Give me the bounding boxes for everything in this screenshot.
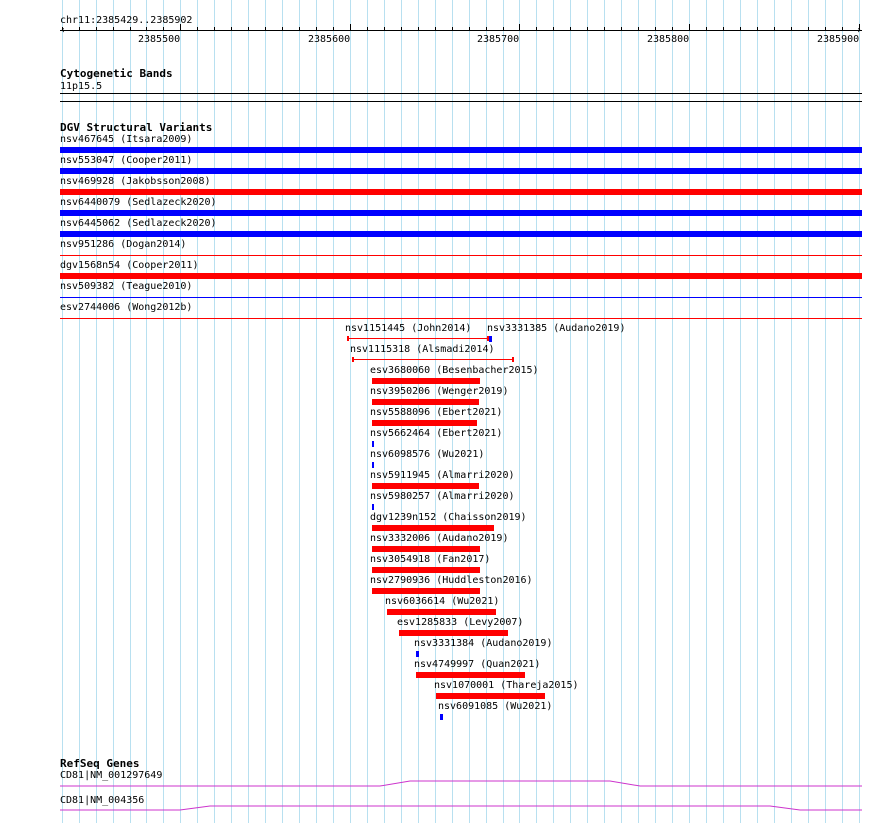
gene-model-nm001297649 <box>60 780 862 787</box>
gene-models <box>60 780 862 811</box>
gene-model-nm004356 <box>60 805 862 811</box>
gene-label-nm004356[interactable]: CD81|NM_004356 <box>60 795 144 806</box>
genome-browser-view: chr11:2385429..2385902 ‹ › 2385500 238560… <box>0 0 890 823</box>
